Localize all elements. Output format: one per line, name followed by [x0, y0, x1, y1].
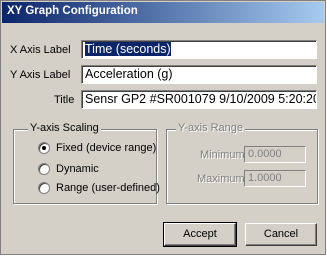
- radio-fixed-label[interactable]: Fixed (device range): [56, 142, 156, 154]
- y-axis-label-caption: Y Axis Label: [10, 69, 71, 81]
- minimum-input[interactable]: 0.0000: [244, 146, 306, 163]
- title-bar[interactable]: XY Graph Configuration: [2, 2, 324, 23]
- radio-dynamic[interactable]: [38, 163, 50, 175]
- cancel-button[interactable]: Cancel: [245, 223, 317, 246]
- title-input[interactable]: Sensr GP2 #SR001079 9/10/2009 5:20:20 P: [81, 90, 317, 109]
- radio-range-label[interactable]: Range (user-defined): [56, 182, 160, 194]
- y-axis-label-input[interactable]: Acceleration (g): [81, 65, 317, 84]
- window-title: XY Graph Configuration: [7, 5, 138, 17]
- y-axis-range-legend: Y-axis Range: [176, 122, 246, 134]
- minimum-label: Minimum: [200, 149, 245, 161]
- title-caption: Title: [54, 94, 75, 106]
- title-value: Sensr GP2 #SR001079 9/10/2009 5:20:20 P: [85, 92, 317, 106]
- radio-fixed-device-range[interactable]: [38, 142, 50, 154]
- xy-graph-config-dialog: XY Graph Configuration X Axis Label Time…: [0, 0, 326, 255]
- radio-dynamic-label[interactable]: Dynamic: [56, 163, 99, 175]
- accept-button[interactable]: Accept: [163, 222, 237, 247]
- y-axis-label-value: Acceleration (g): [85, 67, 173, 81]
- x-axis-label-value: Time (seconds): [85, 42, 171, 56]
- radio-range-user-defined[interactable]: [38, 182, 50, 194]
- maximum-input[interactable]: 1.0000: [244, 170, 306, 187]
- y-axis-range-group: [166, 129, 318, 204]
- x-axis-label-caption: X Axis Label: [10, 44, 71, 56]
- x-axis-label-input[interactable]: Time (seconds): [81, 40, 317, 59]
- maximum-label: Maximum: [197, 173, 245, 185]
- y-axis-scaling-legend: Y-axis Scaling: [28, 122, 101, 134]
